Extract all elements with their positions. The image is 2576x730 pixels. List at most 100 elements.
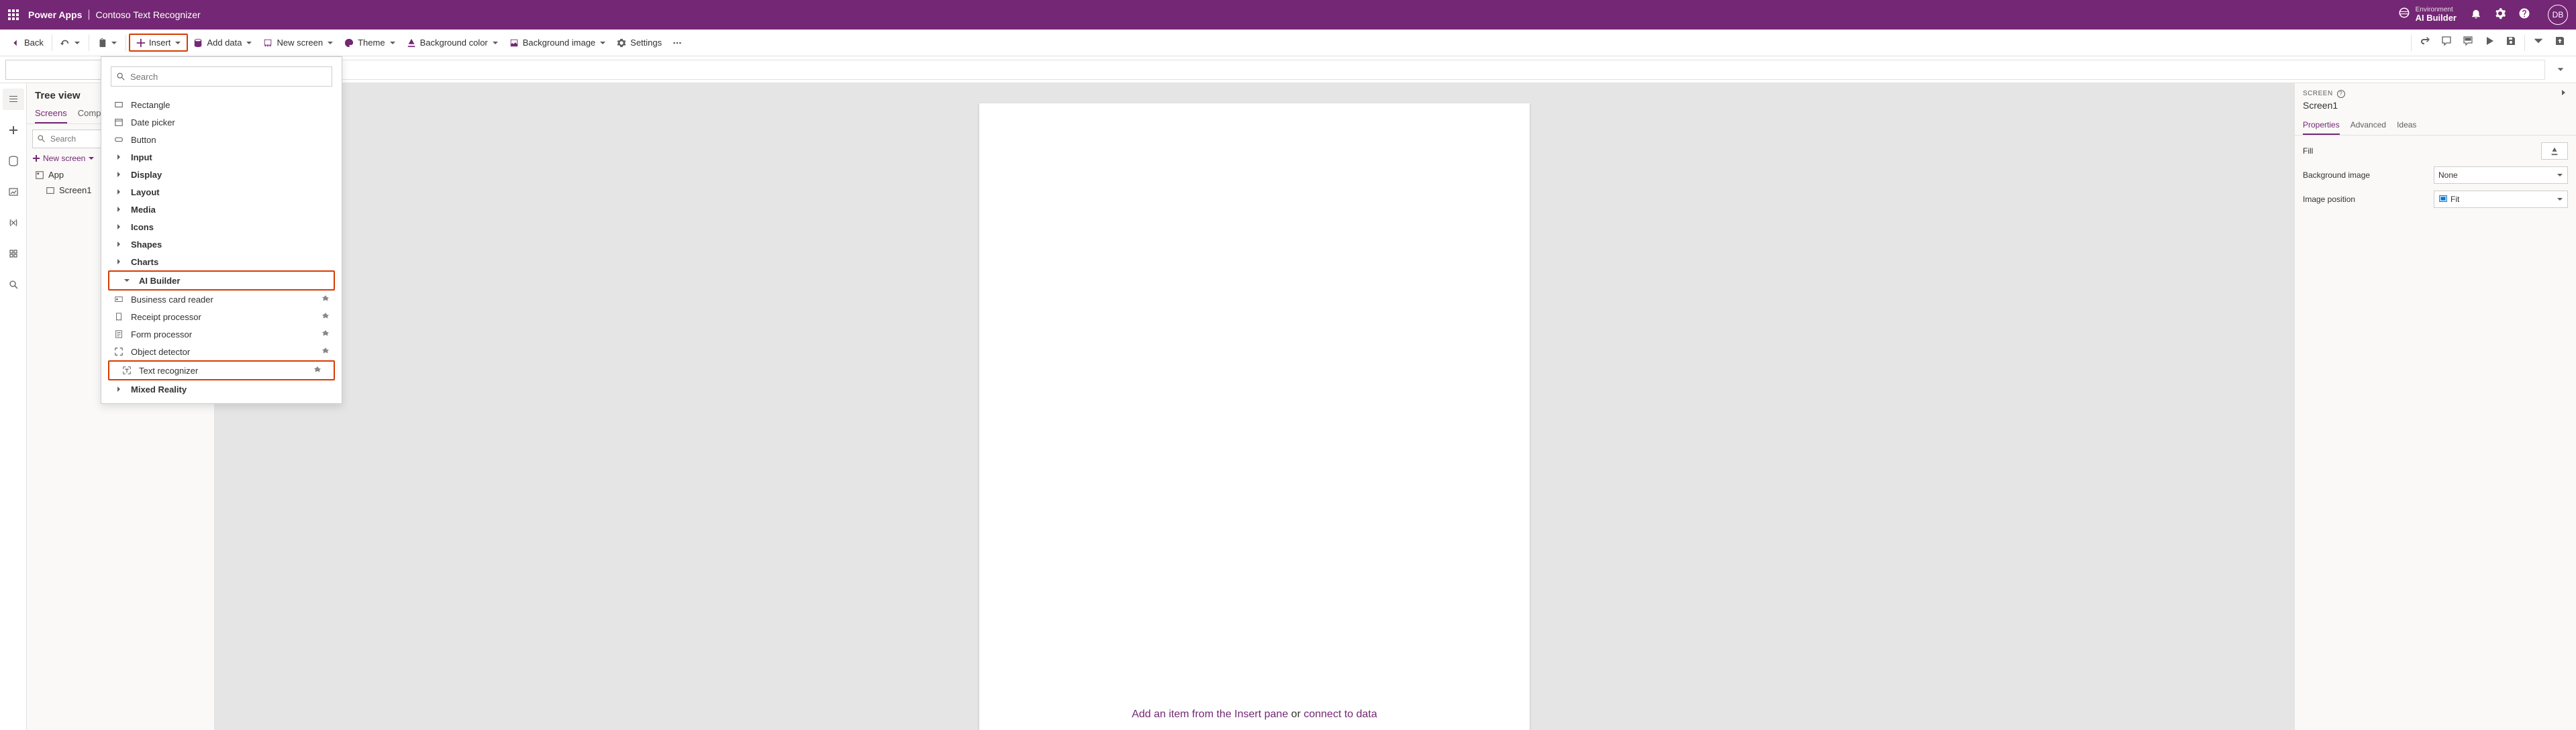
bgimage-select[interactable]: None: [2434, 166, 2568, 184]
premium-icon: [321, 329, 330, 340]
insert-item-receipt[interactable]: Receipt processor: [101, 308, 342, 325]
back-label: Back: [24, 38, 44, 48]
prop-imgpos-label: Image position: [2303, 195, 2434, 204]
environment-switcher[interactable]: Environment AI Builder: [2398, 6, 2457, 23]
insert-group-layout[interactable]: Layout: [101, 183, 342, 201]
card-icon: [113, 294, 124, 305]
formula-expand-icon[interactable]: [2550, 60, 2571, 80]
tab-ideas[interactable]: Ideas: [2397, 116, 2416, 135]
premium-icon: [313, 366, 321, 376]
prop-fill-label: Fill: [2303, 146, 2541, 156]
rail-search-icon[interactable]: [3, 274, 24, 295]
notifications-icon[interactable]: [2470, 7, 2482, 23]
insert-group-display[interactable]: Display: [101, 166, 342, 183]
chevron-right-icon: [113, 221, 124, 232]
info-icon[interactable]: ?: [2337, 90, 2345, 98]
insert-dropdown-panel: Rectangle Date picker Button Input Displ…: [101, 56, 342, 404]
more-button[interactable]: [667, 36, 687, 50]
property-dropdown[interactable]: [5, 60, 106, 80]
rail-variables-icon[interactable]: [3, 212, 24, 233]
bg-color-button[interactable]: Background color: [401, 35, 504, 50]
search-icon: [37, 134, 46, 143]
insert-item-businesscard[interactable]: Business card reader: [101, 291, 342, 308]
insert-label: Insert: [149, 38, 171, 48]
chevron-right-icon: [113, 152, 124, 162]
fit-icon: [2438, 194, 2450, 205]
fill-color-picker[interactable]: [2541, 142, 2568, 160]
insert-search-input[interactable]: [111, 66, 332, 87]
hint-or: or: [1291, 709, 1301, 720]
insert-item-button[interactable]: Button: [101, 131, 342, 148]
comments-icon[interactable]: [2436, 32, 2457, 54]
new-screen-label: New screen: [277, 38, 323, 48]
add-data-button[interactable]: Add data: [188, 35, 258, 50]
tab-properties[interactable]: Properties: [2303, 116, 2340, 135]
preview-icon[interactable]: [2479, 32, 2500, 54]
insert-item-form[interactable]: Form processor: [101, 325, 342, 343]
chevron-right-icon: [113, 204, 124, 215]
rail-media-icon[interactable]: [3, 181, 24, 203]
hint-insert[interactable]: Add an item from the Insert pane: [1132, 709, 1288, 720]
back-button[interactable]: Back: [5, 35, 49, 50]
screen-canvas[interactable]: [979, 103, 1530, 730]
rail-advanced-icon[interactable]: [3, 243, 24, 264]
theme-button[interactable]: Theme: [339, 35, 401, 50]
app-name: Contoso Text Recognizer: [96, 9, 201, 20]
insert-group-charts[interactable]: Charts: [101, 253, 342, 270]
insert-group-input[interactable]: Input: [101, 148, 342, 166]
insert-group-icons[interactable]: Icons: [101, 218, 342, 236]
insert-item-datepicker[interactable]: Date picker: [101, 113, 342, 131]
tab-advanced[interactable]: Advanced: [2350, 116, 2386, 135]
insert-button[interactable]: Insert: [129, 34, 189, 52]
insert-group-aibuilder[interactable]: AI Builder: [109, 272, 334, 289]
add-data-label: Add data: [207, 38, 242, 48]
insert-group-media[interactable]: Media: [101, 201, 342, 218]
insert-item-textrecognizer[interactable]: Text recognizer: [109, 362, 334, 379]
insert-group-mixed-reality[interactable]: Mixed Reality: [101, 380, 342, 398]
premium-icon: [321, 312, 330, 322]
save-icon[interactable]: [2500, 32, 2522, 54]
settings-icon[interactable]: [2494, 7, 2506, 23]
bg-color-label: Background color: [420, 38, 488, 48]
rectangle-icon: [113, 99, 124, 110]
save-dropdown-icon[interactable]: [2528, 32, 2549, 54]
bg-image-button[interactable]: Background image: [504, 35, 611, 50]
insert-item-rectangle[interactable]: Rectangle: [101, 96, 342, 113]
panel-collapse-icon[interactable]: [2560, 89, 2568, 99]
rail-data-icon[interactable]: [3, 150, 24, 172]
text-icon: [121, 365, 132, 376]
rail-insert-icon[interactable]: [3, 119, 24, 141]
insert-group-shapes[interactable]: Shapes: [101, 236, 342, 253]
rail-tree-icon[interactable]: [3, 89, 24, 110]
settings-button[interactable]: Settings: [611, 35, 667, 50]
paste-button[interactable]: [92, 36, 123, 50]
formula-input[interactable]: [111, 60, 2545, 80]
chevron-right-icon: [113, 187, 124, 197]
left-rail: [0, 83, 27, 730]
premium-icon: [321, 295, 330, 305]
chevron-right-icon: [113, 256, 124, 267]
imgpos-select[interactable]: Fit: [2434, 191, 2568, 208]
new-screen-button[interactable]: New screen: [258, 35, 339, 50]
hint-connect[interactable]: connect to data: [1303, 709, 1377, 720]
premium-icon: [321, 347, 330, 357]
help-icon[interactable]: [2518, 7, 2530, 23]
waffle-icon[interactable]: [8, 9, 19, 20]
share-icon[interactable]: [2414, 32, 2436, 54]
form-icon: [113, 329, 124, 340]
undo-button[interactable]: [55, 36, 86, 50]
insert-item-object[interactable]: Object detector: [101, 343, 342, 360]
user-avatar[interactable]: DB: [2548, 5, 2568, 25]
chevron-right-icon: [113, 239, 124, 250]
theme-label: Theme: [358, 38, 385, 48]
rp-label: SCREEN: [2303, 90, 2333, 97]
canvas-area: Add an item from the Insert pane or conn…: [215, 83, 2294, 730]
chevron-right-icon: [113, 169, 124, 180]
tab-screens[interactable]: Screens: [35, 104, 67, 123]
imgpos-value: Fit: [2450, 195, 2459, 204]
formula-bar: [0, 56, 2576, 83]
tree-panel: Tree view Screens Components New screen …: [27, 83, 215, 730]
publish-icon[interactable]: [2549, 32, 2571, 54]
prop-bgimage-label: Background image: [2303, 170, 2434, 180]
checker-icon[interactable]: [2457, 32, 2479, 54]
